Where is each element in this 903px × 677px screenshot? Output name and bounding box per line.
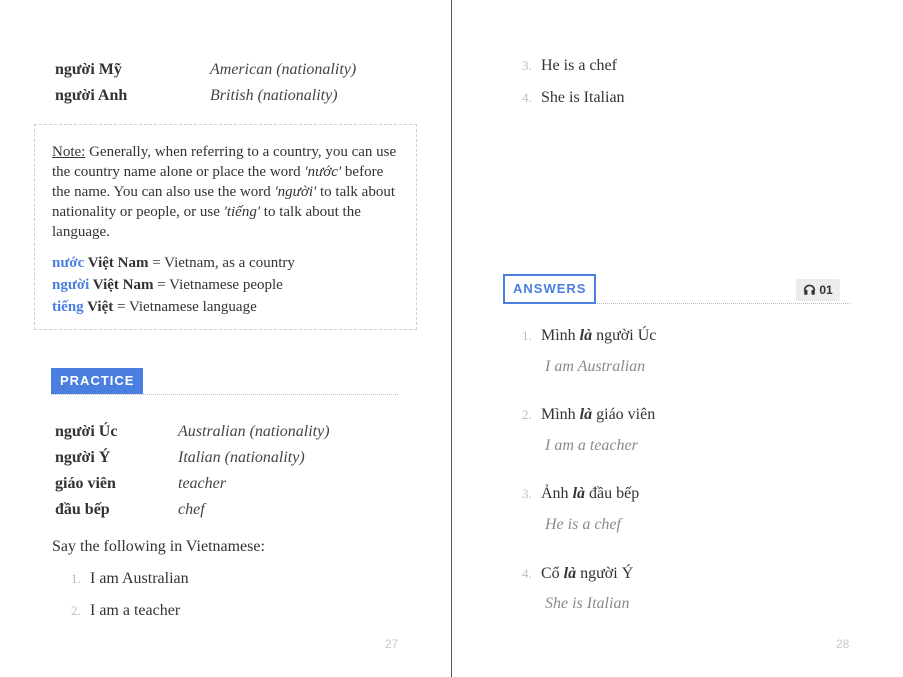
answer-number: 4. — [522, 566, 532, 581]
headphones-icon — [803, 283, 816, 297]
note-example: nước Việt Nam = Vietnam, as a country — [52, 252, 399, 274]
note-examples: nước Việt Nam = Vietnam, as a country ng… — [52, 252, 399, 318]
answer-keyword: là — [579, 327, 593, 344]
answer-text: người Ý — [576, 565, 634, 582]
vocab-english: British (nationality) — [210, 87, 338, 104]
audio-track-tag[interactable]: 01 — [796, 279, 840, 301]
answer-keyword: là — [572, 485, 586, 502]
answer-item: 1. Mình là người Úc — [522, 326, 656, 346]
vocab-vietnamese: người Úc — [55, 423, 118, 440]
answer-translation: He is a chef — [545, 516, 621, 533]
answer-item: 3. Ảnh là đầu bếp — [522, 484, 639, 504]
section-divider — [51, 394, 398, 395]
exercise-text: She is Italian — [541, 89, 625, 106]
example-keyword: người — [52, 277, 90, 293]
answer-translation: I am a teacher — [545, 437, 638, 454]
vocab-vietnamese: giáo viên — [55, 475, 116, 492]
vocab-vietnamese: người Anh — [55, 87, 128, 104]
answer-text: Cổ — [541, 565, 564, 582]
example-name: Việt Nam — [84, 255, 149, 271]
answer-text: người Úc — [592, 327, 657, 344]
answers-heading: ANSWERS — [503, 274, 597, 304]
vocab-english: chef — [178, 501, 205, 518]
note-example: người Việt Nam = Vietnamese people — [52, 274, 399, 296]
left-page: người Mỹ American (nationality) người An… — [0, 0, 452, 677]
practice-heading: PRACTICE — [51, 368, 144, 394]
exercise-text: I am a teacher — [90, 602, 181, 619]
answer-item: 4. Cổ là người Ý — [522, 564, 633, 584]
example-meaning: = Vietnam, as a country — [148, 255, 295, 271]
vocab-vietnamese: đầu bếp — [55, 501, 110, 518]
vocab-english: Italian (nationality) — [178, 449, 305, 466]
example-keyword: tiếng — [52, 299, 84, 315]
exercise-number: 2. — [71, 603, 81, 618]
answer-text: giáo viên — [592, 406, 656, 423]
note-term: 'người' — [274, 184, 317, 200]
exercise-item: 1. I am Australian — [71, 569, 189, 589]
exercise-instruction: Say the following in Vietnamese: — [52, 538, 265, 555]
example-name: Việt Nam — [89, 277, 154, 293]
answer-translation: She is Italian — [545, 595, 630, 612]
note-label: Note: — [52, 144, 86, 160]
vocab-vietnamese: người Ý — [55, 449, 111, 466]
right-page: 3. He is a chef 4. She is Italian ANSWERS … — [452, 0, 903, 677]
exercise-text: I am Australian — [90, 570, 189, 587]
exercise-number: 4. — [522, 90, 532, 105]
answer-number: 3. — [522, 486, 532, 501]
exercise-text: He is a chef — [541, 57, 617, 74]
answer-item: 2. Mình là giáo viên — [522, 405, 655, 425]
answer-text: Mình — [541, 406, 580, 423]
page-number: 27 — [385, 637, 399, 651]
note-example: tiếng Việt = Vietnamese language — [52, 296, 399, 318]
example-name: Việt — [83, 299, 114, 315]
vocab-english: teacher — [178, 475, 226, 492]
exercise-item: 3. He is a chef — [522, 56, 617, 76]
answer-keyword: là — [579, 406, 593, 423]
exercise-item: 2. I am a teacher — [71, 601, 180, 621]
vocab-english: Australian (nationality) — [178, 423, 330, 440]
answer-number: 1. — [522, 328, 532, 343]
answer-number: 2. — [522, 407, 532, 422]
answer-text: đầu bếp — [585, 485, 640, 502]
answer-text: Mình — [541, 327, 580, 344]
example-keyword: nước — [52, 255, 85, 271]
answer-translation: I am Australian — [545, 358, 646, 375]
vocab-english: American (nationality) — [210, 61, 357, 78]
note-box: Note: Generally, when referring to a cou… — [34, 124, 417, 330]
page-number: 28 — [836, 637, 850, 651]
example-meaning: = Vietnamese language — [113, 299, 257, 315]
answer-text: Ảnh — [541, 485, 573, 502]
exercise-number: 1. — [71, 571, 81, 586]
note-term: 'tiếng' — [223, 204, 261, 220]
exercise-number: 3. — [522, 58, 532, 73]
example-meaning: = Vietnamese people — [153, 277, 283, 293]
exercise-item: 4. She is Italian — [522, 88, 625, 108]
vocab-vietnamese: người Mỹ — [55, 61, 122, 78]
note-term: 'nước' — [304, 164, 342, 180]
audio-track-number: 01 — [819, 283, 833, 297]
answer-keyword: là — [563, 565, 577, 582]
note-paragraph: Note: Generally, when referring to a cou… — [52, 142, 399, 242]
